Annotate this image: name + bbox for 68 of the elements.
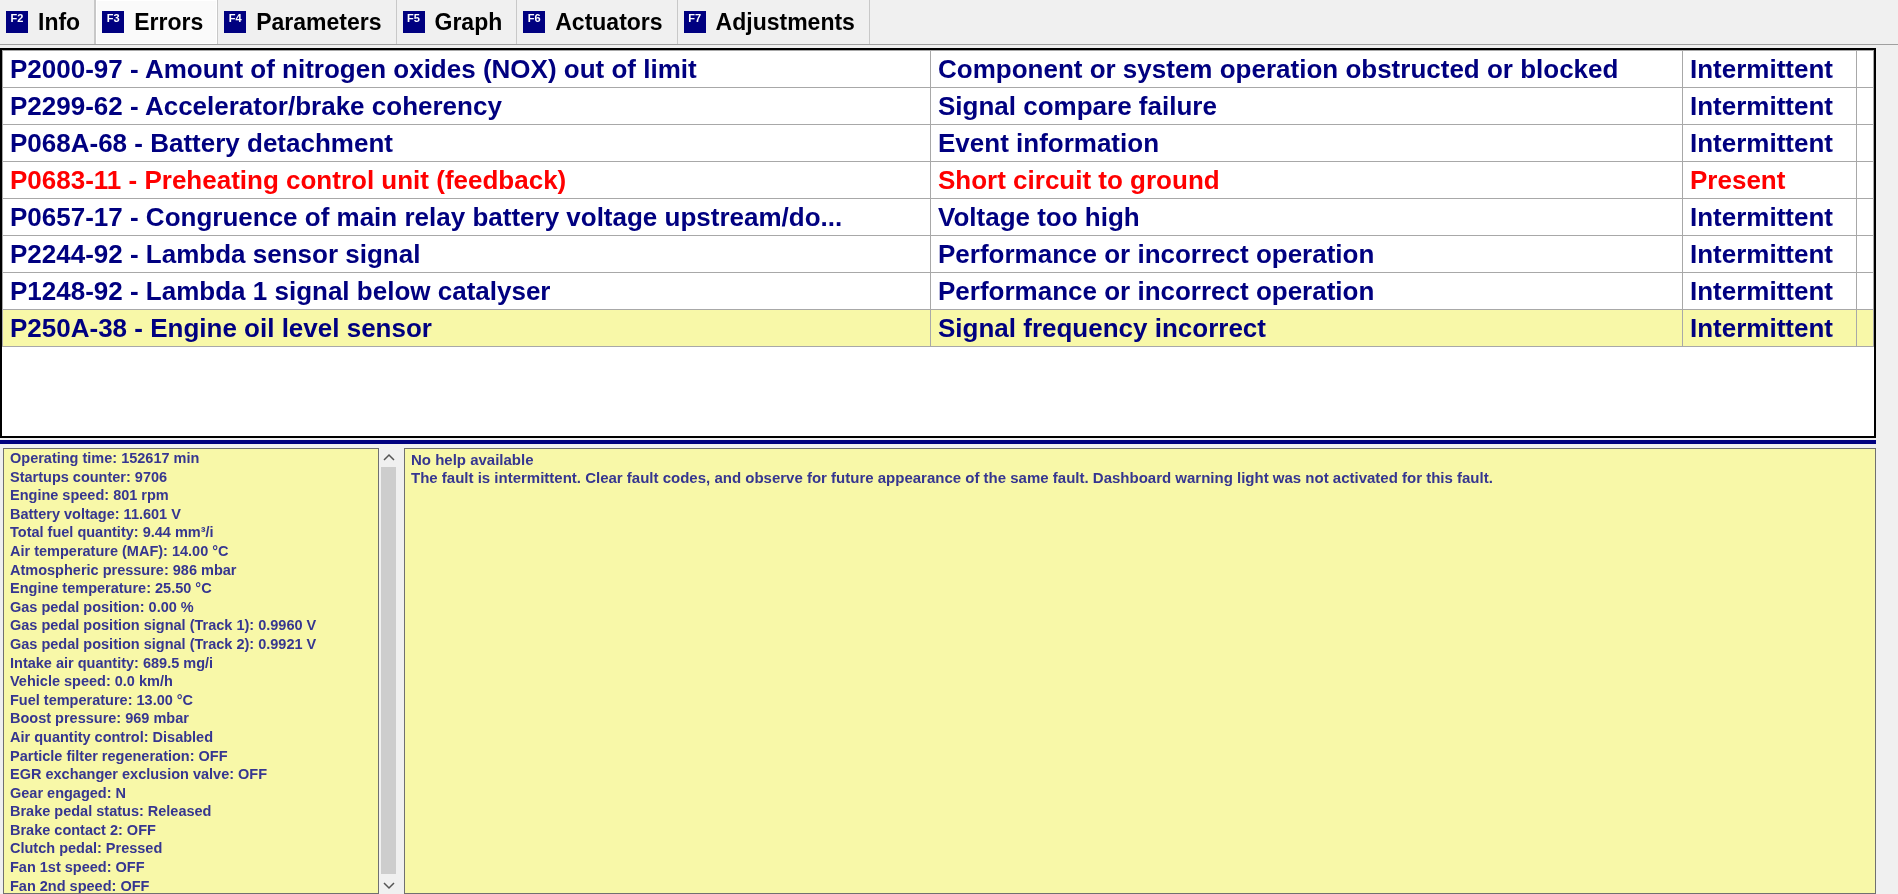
- fault-row[interactable]: P2299-62 - Accelerator/brake coherency Signal compare failure Intermittent: [2, 87, 1874, 125]
- parameter-text: Air temperature (MAF): 14.00 °C: [10, 541, 230, 561]
- fault-description: Performance or incorrect operation: [938, 276, 1375, 306]
- parameter-text: Gas pedal position signal (Track 1): 0.9960 V: [10, 616, 318, 635]
- parameter-text: Battery voltage: 11.601 V: [10, 504, 182, 524]
- parameter-text: Gear engaged: N: [10, 783, 128, 803]
- scroll-up-icon[interactable]: [382, 453, 395, 461]
- parameter-text: Gas pedal position signal (Track 2): 0.9921 V: [10, 634, 318, 654]
- fault-row[interactable]: P0683-11 - Preheating control unit (feedback) Short circuit to ground Present: [2, 161, 1874, 199]
- parameter-text: Brake pedal status: Released: [10, 802, 213, 821]
- fault-description: Signal frequency incorrect: [938, 313, 1266, 343]
- fault-description: Performance or incorrect operation: [938, 239, 1375, 269]
- fault-row[interactable]: P250A-38 - Engine oil level sensor Signal frequency incorrect Intermittent: [2, 309, 1874, 347]
- scroll-down-icon[interactable]: [382, 882, 395, 890]
- fault-row[interactable]: P2000-97 - Amount of nitrogen oxides (NOX) out of limit Component or system operation obstructed or blocked Intermittent: [2, 50, 1874, 88]
- fault-code: P2000-97 - Amount of nitrogen oxides (NOX) out of limit: [10, 54, 697, 84]
- parameter-text: Intake air quantity: 689.5 mg/i: [10, 653, 215, 673]
- fault-status: Intermittent: [1690, 91, 1833, 121]
- parameter-text: Brake contact 2: OFF: [10, 820, 157, 840]
- parameter-text: Atmospheric pressure: 986 mbar: [10, 560, 238, 580]
- fault-status: Intermittent: [1690, 202, 1833, 232]
- help-text: The fault is intermittent. Clear fault codes, and observe for future appearance of the same fault. Dashboard warning light was not activated for this fault.: [411, 469, 1494, 487]
- fault-row[interactable]: P068A-68 - Battery detachment Event information Intermittent: [2, 124, 1874, 162]
- fault-code: P250A-38 - Engine oil level sensor: [10, 313, 432, 343]
- fault-row[interactable]: P0657-17 - Congruence of main relay battery voltage upstream/do... Voltage too high Intermittent: [2, 198, 1874, 236]
- parameter-text: Particle filter regeneration: OFF: [10, 746, 229, 766]
- fault-status: Intermittent: [1690, 239, 1833, 269]
- fault-row[interactable]: P2244-92 - Lambda sensor signal Performance or incorrect operation Intermittent: [2, 235, 1874, 273]
- fault-description: Signal compare failure: [938, 91, 1217, 121]
- fault-row[interactable]: P1248-92 - Lambda 1 signal below catalyser Performance or incorrect operation Intermittent: [2, 272, 1874, 310]
- fault-status: Intermittent: [1690, 54, 1833, 84]
- fault-description: Event information: [938, 128, 1159, 158]
- parameter-text: Total fuel quantity: 9.44 mm³/i: [10, 523, 215, 542]
- parameter-text: Startups counter: 9706: [10, 467, 169, 487]
- fault-status: Intermittent: [1690, 276, 1833, 306]
- key-badge: F3: [102, 11, 125, 33]
- fault-description: Component or system operation obstructed or blocked: [938, 54, 1619, 84]
- fault-code: P1248-92 - Lambda 1 signal below catalyser: [10, 276, 551, 306]
- key-badge: F7: [683, 11, 706, 33]
- parameter-text: Engine speed: 801 rpm: [10, 486, 170, 505]
- parameter-text: Operating time: 152617 min: [10, 449, 201, 468]
- key-badge: F5: [402, 11, 425, 33]
- parameter-text: Boost pressure: 969 mbar: [10, 709, 190, 728]
- fault-code: P2299-62 - Accelerator/brake coherency: [10, 91, 502, 121]
- parameter-text: Clutch pedal: Pressed: [10, 839, 164, 859]
- fault-code: P068A-68 - Battery detachment: [10, 128, 393, 158]
- parameter-text: Fan 1st speed: OFF: [10, 858, 146, 877]
- parameter-text: Engine temperature: 25.50 °C: [10, 579, 213, 598]
- help-title: No help available: [411, 451, 535, 469]
- fault-description: Short circuit to ground: [938, 165, 1220, 195]
- fault-status: Intermittent: [1690, 313, 1833, 343]
- parameter-text: Gas pedal position: 0.00 %: [10, 597, 195, 617]
- parameter-text: Vehicle speed: 0.0 km/h: [10, 672, 174, 691]
- fault-status: Intermittent: [1690, 128, 1833, 158]
- parameter-text: EGR exchanger exclusion valve: OFF: [10, 765, 269, 784]
- fault-description: Voltage too high: [938, 202, 1140, 232]
- fault-code: P0683-11 - Preheating control unit (feedback): [10, 165, 567, 195]
- parameter-text: Fuel temperature: 13.00 °C: [10, 690, 195, 710]
- parameter-text: Air quantity control: Disabled: [10, 727, 214, 747]
- tab[interactable]: F3 Errors: [95, 0, 219, 44]
- key-badge: F4: [224, 11, 247, 33]
- fault-code: P2244-92 - Lambda sensor signal: [10, 239, 421, 269]
- key-badge: F2: [6, 11, 28, 33]
- key-badge: F6: [523, 11, 546, 33]
- fault-code: P0657-17 - Congruence of main relay battery voltage upstream/do...: [10, 202, 843, 232]
- fault-status: Present: [1690, 165, 1786, 195]
- scroll-thumb[interactable]: [381, 467, 396, 874]
- parameter-text: Fan 2nd speed: OFF: [10, 876, 151, 893]
